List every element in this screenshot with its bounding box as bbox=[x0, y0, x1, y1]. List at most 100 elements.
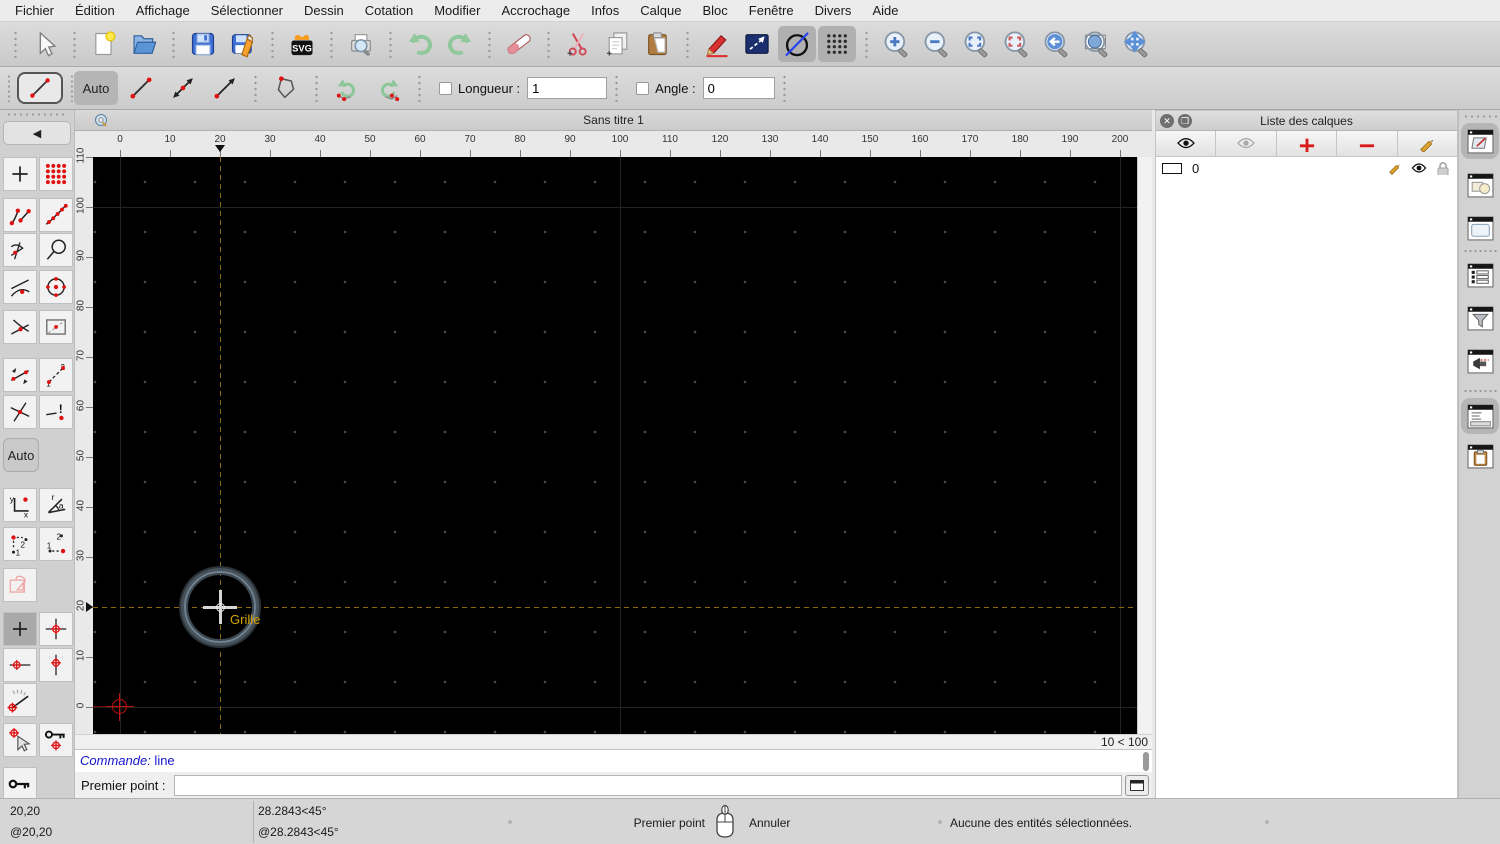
show-all-layers-button[interactable] bbox=[1156, 131, 1217, 156]
layer-panel-titlebar[interactable]: ✕ ❐ Liste des calques bbox=[1156, 111, 1457, 131]
grid-toggle-button[interactable] bbox=[818, 26, 856, 62]
delete-eraser-button[interactable] bbox=[500, 26, 538, 62]
zoom-previous-button[interactable] bbox=[1037, 26, 1075, 62]
menu-bloc[interactable]: Bloc bbox=[702, 3, 727, 18]
menu-affichage[interactable]: Affichage bbox=[136, 3, 190, 18]
snap-tangent-button[interactable] bbox=[3, 270, 37, 304]
line-2p-button[interactable] bbox=[120, 71, 162, 105]
menu-aide[interactable]: Aide bbox=[872, 3, 898, 18]
cut-button[interactable] bbox=[559, 26, 597, 62]
snap-auto-button[interactable]: Auto bbox=[3, 438, 39, 472]
dock-entity-list-button[interactable] bbox=[1464, 260, 1496, 290]
selection-arrow-button[interactable] bbox=[26, 26, 64, 62]
toolbar-handle[interactable] bbox=[13, 30, 18, 58]
auto-snap-button[interactable]: Auto bbox=[74, 71, 118, 105]
snap-distance-2-button[interactable]: 12 bbox=[39, 358, 73, 392]
remove-layer-button[interactable] bbox=[1337, 131, 1398, 156]
menu-modifier[interactable]: Modifier bbox=[434, 3, 480, 18]
command-scroll-thumb[interactable] bbox=[1143, 752, 1149, 771]
menu-divers[interactable]: Divers bbox=[815, 3, 852, 18]
snap-on-circle-button[interactable] bbox=[39, 233, 73, 267]
restrict-nothing-button[interactable] bbox=[3, 612, 37, 646]
redo-button[interactable] bbox=[441, 26, 479, 62]
paste-button[interactable] bbox=[639, 26, 677, 62]
toolbar-handle[interactable] bbox=[6, 112, 66, 117]
save-button[interactable] bbox=[184, 26, 222, 62]
draft-pen-button[interactable] bbox=[698, 26, 736, 62]
snap-endpoints-button[interactable] bbox=[3, 198, 37, 232]
restrict-vertical-button[interactable] bbox=[39, 648, 73, 682]
snap-center-button[interactable] bbox=[39, 270, 73, 304]
relative-zero-key-button[interactable] bbox=[3, 767, 37, 801]
snap-free-button[interactable] bbox=[3, 157, 37, 191]
snap-angle-button[interactable] bbox=[3, 683, 37, 717]
dock-library-browser-button[interactable] bbox=[1464, 213, 1496, 243]
snap-distance-1-button[interactable] bbox=[3, 358, 37, 392]
zoom-window-button[interactable] bbox=[1077, 26, 1115, 62]
rel-polar-button[interactable]: 12 bbox=[39, 527, 73, 561]
dock-console-button[interactable] bbox=[1464, 346, 1496, 376]
copy-button[interactable] bbox=[599, 26, 637, 62]
length-checkbox[interactable] bbox=[439, 81, 452, 95]
layer-visible-icon[interactable] bbox=[1411, 161, 1427, 175]
angle-checkbox[interactable] bbox=[636, 81, 650, 95]
redo-segment-button[interactable] bbox=[368, 71, 410, 105]
menu-selectionner[interactable]: Sélectionner bbox=[211, 3, 283, 18]
collapse-toolbar-button[interactable]: ◀ bbox=[3, 121, 71, 145]
layer-lock-icon[interactable] bbox=[1435, 161, 1451, 175]
drawing-canvas[interactable]: Grille bbox=[93, 157, 1137, 734]
undo-segment-button[interactable] bbox=[326, 71, 368, 105]
menu-cotation[interactable]: Cotation bbox=[365, 3, 413, 18]
zoom-pan-button[interactable] bbox=[1117, 26, 1155, 62]
menu-fenetre[interactable]: Fenêtre bbox=[749, 3, 794, 18]
menu-accrochage[interactable]: Accrochage bbox=[501, 3, 570, 18]
zoom-redraw-button[interactable] bbox=[997, 26, 1035, 62]
restrict-horizontal-button[interactable] bbox=[3, 648, 37, 682]
dock-command-line-button[interactable] bbox=[1464, 401, 1496, 431]
close-polyline-button[interactable] bbox=[265, 71, 307, 105]
snap-perpendicular-button[interactable] bbox=[3, 233, 37, 267]
dock-clipboard-button[interactable] bbox=[1464, 441, 1496, 471]
print-preview-button[interactable] bbox=[342, 26, 380, 62]
snap-grid-button[interactable] bbox=[39, 157, 73, 191]
menu-dessin[interactable]: Dessin bbox=[304, 3, 344, 18]
snap-reference-button[interactable] bbox=[39, 310, 73, 344]
snap-on-entity-button[interactable] bbox=[39, 198, 73, 232]
export-svg-button[interactable]: SVG bbox=[283, 26, 321, 62]
new-document-button[interactable] bbox=[85, 26, 123, 62]
menu-infos[interactable]: Infos bbox=[591, 3, 619, 18]
draft-mode-button[interactable] bbox=[778, 26, 816, 62]
dock-filter-button[interactable] bbox=[1464, 303, 1496, 333]
coord-cartesian-button[interactable]: yx bbox=[3, 488, 37, 522]
snap-intersection-button[interactable] bbox=[3, 395, 37, 429]
rel-cartesian-button[interactable]: 21 bbox=[3, 527, 37, 561]
toolbar-handle[interactable] bbox=[1463, 114, 1497, 119]
zoom-out-button[interactable] bbox=[917, 26, 955, 62]
select-window-button[interactable] bbox=[738, 26, 776, 62]
select-order-button[interactable] bbox=[3, 568, 37, 602]
restrict-orthogonal-button[interactable] bbox=[39, 612, 73, 646]
open-file-button[interactable] bbox=[125, 26, 163, 62]
snap-middle-button[interactable] bbox=[3, 310, 37, 344]
edit-layer-button[interactable] bbox=[1398, 131, 1457, 156]
set-relative-zero-button[interactable] bbox=[3, 723, 37, 757]
menu-calque[interactable]: Calque bbox=[640, 3, 681, 18]
line-arrow-button[interactable] bbox=[204, 71, 246, 105]
menu-fichier[interactable]: Fichier bbox=[15, 3, 54, 18]
layer-edit-icon[interactable] bbox=[1387, 161, 1403, 175]
hide-all-layers-button[interactable] bbox=[1216, 131, 1277, 156]
add-layer-button[interactable] bbox=[1277, 131, 1338, 156]
keyboard-toggle-button[interactable] bbox=[1125, 775, 1149, 796]
layer-color-swatch[interactable] bbox=[1162, 162, 1182, 174]
length-input[interactable] bbox=[527, 77, 608, 99]
toolbar-handle[interactable] bbox=[6, 74, 11, 102]
snap-intersection-manual-button[interactable]: ! bbox=[39, 395, 73, 429]
layer-row[interactable]: 0 bbox=[1156, 157, 1457, 179]
dock-layer-list-button[interactable] bbox=[1464, 126, 1496, 156]
undo-button[interactable] bbox=[401, 26, 439, 62]
coord-polar-button[interactable]: ra bbox=[39, 488, 73, 522]
angle-input[interactable] bbox=[702, 77, 775, 99]
command-input[interactable] bbox=[173, 775, 1122, 796]
save-as-button[interactable] bbox=[224, 26, 262, 62]
zoom-auto-button[interactable] bbox=[957, 26, 995, 62]
